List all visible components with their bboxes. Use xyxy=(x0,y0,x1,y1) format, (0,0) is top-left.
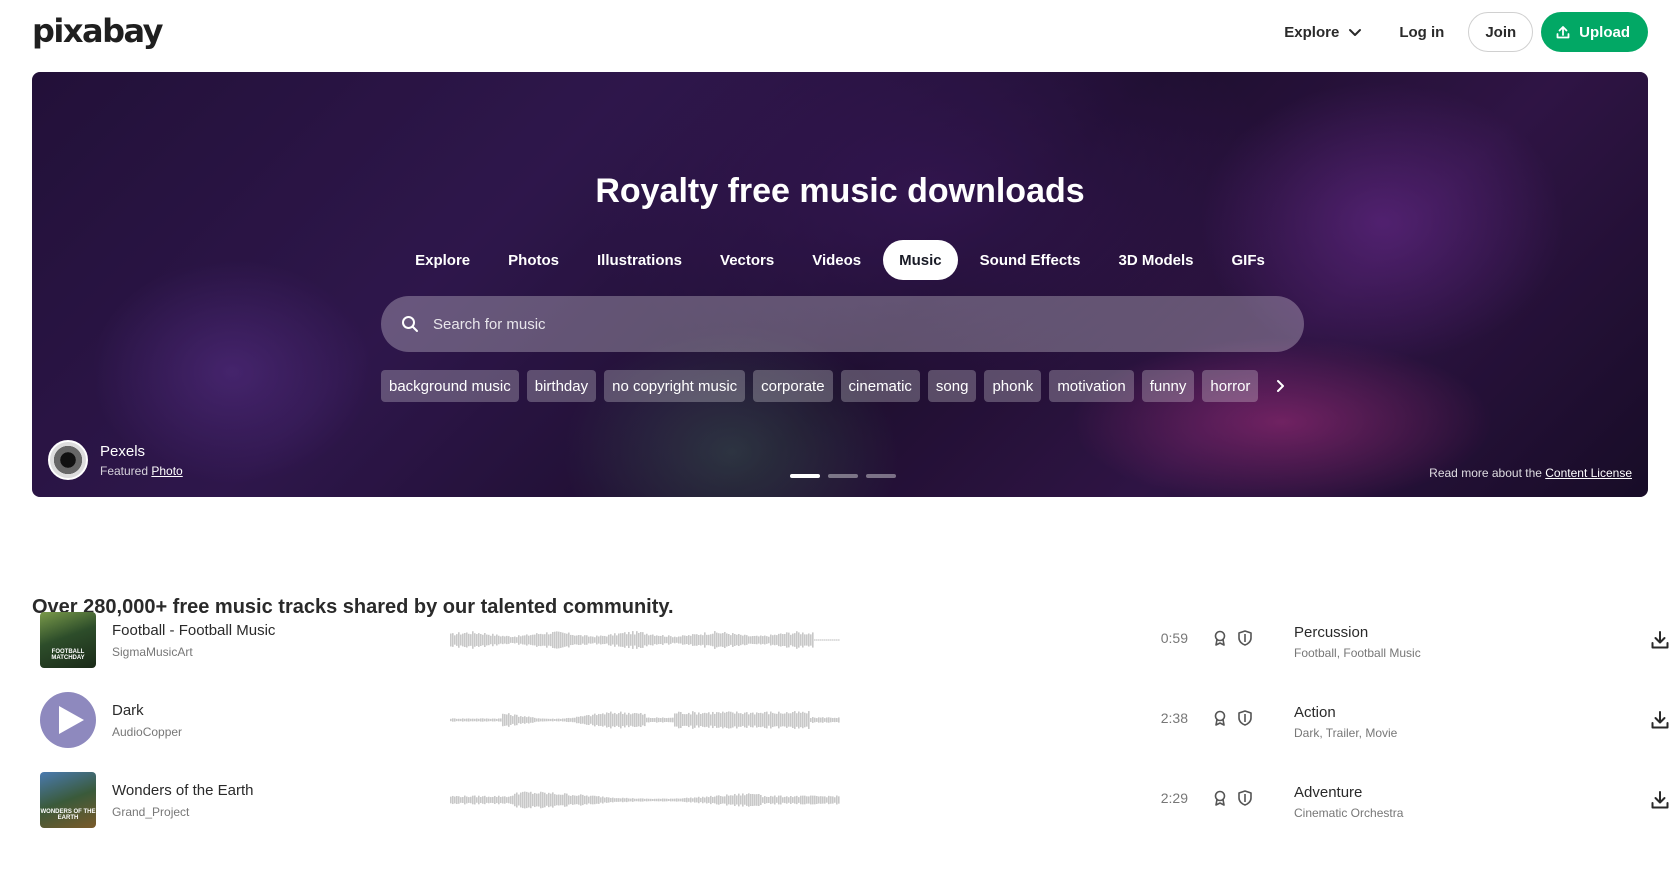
track-duration: 2:38 xyxy=(1160,710,1188,726)
contributor-avatar[interactable] xyxy=(48,440,88,480)
track-genre[interactable]: Action xyxy=(1294,704,1336,721)
tab-explore[interactable]: Explore xyxy=(399,240,486,280)
waveform[interactable] xyxy=(450,625,840,655)
cover-lettering: FOOTBALL MATCHDAY xyxy=(51,648,85,662)
suggested-tags: background music birthday no copyright mus… xyxy=(381,370,1261,402)
contributor-name[interactable]: Pexels xyxy=(100,443,183,460)
carousel-indicator xyxy=(790,474,896,478)
download-button[interactable] xyxy=(1648,628,1672,652)
play-button[interactable] xyxy=(40,692,96,748)
tab-3d-models[interactable]: 3D Models xyxy=(1103,240,1210,280)
featured-photo-link[interactable]: Photo xyxy=(151,464,182,478)
join-button[interactable]: Join xyxy=(1468,12,1534,52)
tag-chip[interactable]: background music xyxy=(381,370,519,402)
shield-icon[interactable] xyxy=(1236,789,1254,807)
track-row: WONDERS OF THE EARTH Wonders of the Earth… xyxy=(32,765,1669,835)
hero-background-photo xyxy=(32,72,1648,497)
play-icon xyxy=(59,706,84,734)
media-type-tabs: Explore Photos Illustrations Vectors Videos M… xyxy=(32,240,1648,280)
download-icon xyxy=(1651,791,1669,809)
tab-gifs[interactable]: GIFs xyxy=(1216,240,1281,280)
award-icon[interactable] xyxy=(1211,629,1229,647)
chevron-right-icon xyxy=(1277,380,1284,392)
explore-label: Explore xyxy=(1284,23,1340,41)
photo-credit: Pexels Featured Photo xyxy=(48,440,183,480)
license-note: Read more about the Content License xyxy=(1429,466,1632,480)
tab-music[interactable]: Music xyxy=(883,240,958,280)
carousel-dot[interactable] xyxy=(828,474,858,478)
track-genre[interactable]: Adventure xyxy=(1294,784,1362,801)
tag-chip[interactable]: cinematic xyxy=(840,370,920,402)
pixabay-logo[interactable]: pixabay xyxy=(32,12,163,50)
tab-photos[interactable]: Photos xyxy=(492,240,575,280)
carousel-dot[interactable] xyxy=(866,474,896,478)
download-button[interactable] xyxy=(1648,788,1672,812)
track-artist[interactable]: Grand_Project xyxy=(112,805,189,819)
track-duration: 2:29 xyxy=(1160,790,1188,806)
search-input[interactable] xyxy=(433,315,1233,333)
upload-icon xyxy=(1556,26,1570,39)
track-artist[interactable]: SigmaMusicArt xyxy=(112,645,193,659)
featured-prefix: Featured xyxy=(100,463,149,478)
tag-chip[interactable]: horror xyxy=(1202,370,1259,402)
track-duration: 0:59 xyxy=(1160,630,1188,646)
award-icon[interactable] xyxy=(1211,709,1229,727)
search-icon xyxy=(402,316,418,332)
license-text: Read more about the xyxy=(1429,466,1542,480)
tag-chip[interactable]: birthday xyxy=(526,370,597,402)
track-tags: Football, Football Music xyxy=(1294,646,1421,660)
track-artist[interactable]: AudioCopper xyxy=(112,725,182,739)
tab-sound-effects[interactable]: Sound Effects xyxy=(964,240,1097,280)
track-cover-image[interactable]: FOOTBALL MATCHDAY xyxy=(40,612,96,668)
tag-chip[interactable]: motivation xyxy=(1049,370,1134,402)
page-title: Royalty free music downloads xyxy=(595,172,1085,210)
track-title[interactable]: Dark xyxy=(112,702,144,719)
carousel-dot[interactable] xyxy=(790,474,820,478)
track-row: FOOTBALL MATCHDAY Football - Football Mus… xyxy=(32,605,1669,675)
tab-videos[interactable]: Videos xyxy=(796,240,877,280)
chevron-down-icon xyxy=(1349,29,1362,36)
shield-icon[interactable] xyxy=(1236,709,1254,727)
award-icon[interactable] xyxy=(1211,789,1229,807)
tag-chip[interactable]: song xyxy=(927,370,977,402)
track-tags: Cinematic Orchestra xyxy=(1294,806,1404,820)
track-row: Dark AudioCopper 2:38 Action Dark, Trailer, … xyxy=(32,685,1669,755)
login-link[interactable]: Log in xyxy=(1383,12,1460,52)
featured-line: Featured Photo xyxy=(100,464,183,478)
track-tags: Dark, Trailer, Movie xyxy=(1294,726,1398,740)
download-icon xyxy=(1651,631,1669,649)
shield-icon[interactable] xyxy=(1236,629,1254,647)
search-bar[interactable] xyxy=(381,296,1304,352)
hero-banner: Royalty free music downloads Explore Phot… xyxy=(32,72,1648,497)
tab-vectors[interactable]: Vectors xyxy=(704,240,790,280)
tag-chip[interactable]: phonk xyxy=(984,370,1042,402)
content-license-link[interactable]: Content License xyxy=(1545,466,1632,480)
tab-illustrations[interactable]: Illustrations xyxy=(581,240,698,280)
waveform[interactable] xyxy=(450,785,840,815)
download-button[interactable] xyxy=(1648,708,1672,732)
track-title[interactable]: Wonders of the Earth xyxy=(112,782,253,799)
track-cover-image[interactable]: WONDERS OF THE EARTH xyxy=(40,772,96,828)
cover-lettering: WONDERS OF THE EARTH xyxy=(40,808,96,822)
tag-chip[interactable]: corporate xyxy=(753,370,833,402)
track-genre[interactable]: Percussion xyxy=(1294,624,1368,641)
top-header: pixabay Explore Log in Join Upload xyxy=(0,0,1680,64)
tag-chip[interactable]: no copyright music xyxy=(604,370,746,402)
tag-chip[interactable]: funny xyxy=(1141,370,1195,402)
header-nav: Explore Log in Join Upload xyxy=(1272,12,1648,52)
upload-button[interactable]: Upload xyxy=(1541,12,1648,52)
upload-label: Upload xyxy=(1579,23,1630,41)
tags-next-button[interactable] xyxy=(1268,374,1292,398)
download-icon xyxy=(1651,711,1669,729)
explore-menu-button[interactable]: Explore xyxy=(1272,12,1375,52)
waveform[interactable] xyxy=(450,705,840,735)
track-title[interactable]: Football - Football Music xyxy=(112,622,275,639)
